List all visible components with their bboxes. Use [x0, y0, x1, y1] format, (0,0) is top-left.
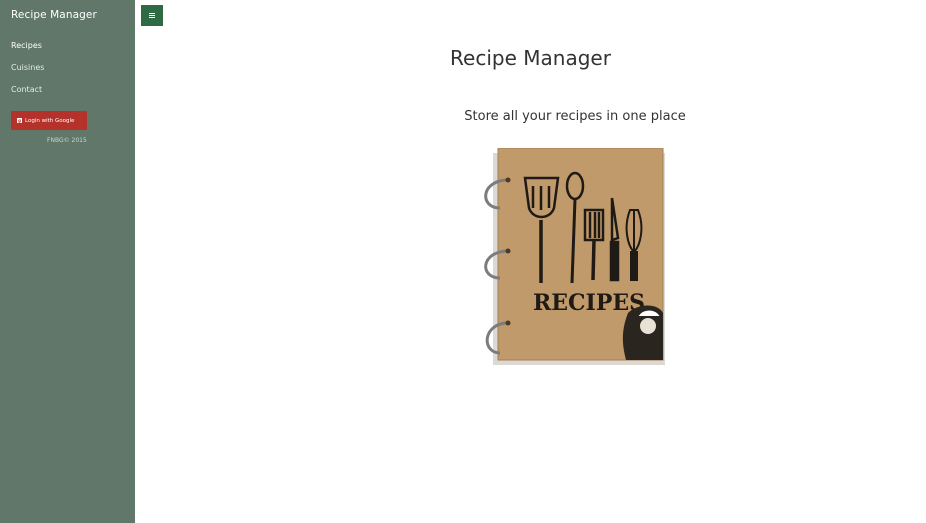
app: Recipe Manager Recipes Cuisines Contact … — [0, 0, 926, 523]
sidebar-item-recipes[interactable]: Recipes — [11, 40, 44, 62]
sidebar-nav: Recipes Cuisines Contact — [11, 40, 44, 106]
recipes-cover-label: RECIPES — [533, 290, 645, 316]
page-subtitle: Store all your recipes in one place — [464, 109, 686, 124]
recipes-notebook-image: RECIPES — [484, 148, 665, 365]
sidebar: Recipe Manager Recipes Cuisines Contact … — [0, 0, 135, 523]
menu-toggle-button[interactable] — [141, 5, 163, 26]
sidebar-item-contact[interactable]: Contact — [11, 84, 44, 106]
page-title: Recipe Manager — [450, 46, 611, 70]
chef-illustration-icon — [622, 305, 663, 360]
login-button-label: Login with Google — [25, 117, 75, 124]
sidebar-item-cuisines[interactable]: Cuisines — [11, 62, 44, 84]
copyright-text: FNBG© 2015 — [47, 137, 87, 144]
login-with-google-button[interactable]: g Login with Google — [11, 111, 87, 130]
hamburger-menu-icon — [149, 12, 155, 19]
brand-title[interactable]: Recipe Manager — [11, 9, 97, 21]
google-icon: g — [17, 118, 22, 123]
